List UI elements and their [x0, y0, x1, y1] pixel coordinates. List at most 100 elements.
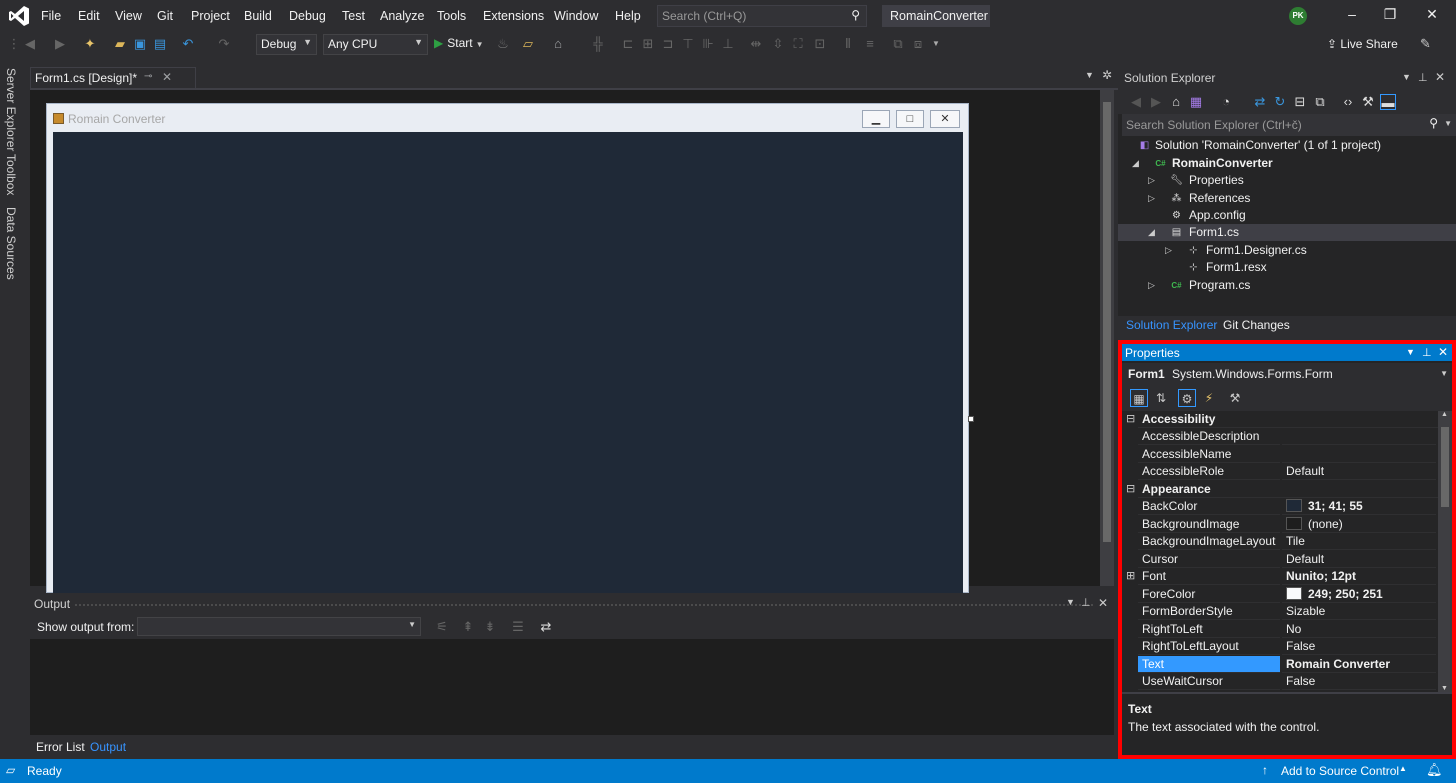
property-value[interactable]: False — [1282, 638, 1436, 655]
property-row[interactable]: ForeColor 249; 250; 251 — [1122, 586, 1438, 603]
show-all-files-icon[interactable]: ⧉ — [1312, 94, 1328, 110]
tab-server-explorer[interactable]: Server Explorer — [4, 68, 18, 151]
preview-selected-items-icon[interactable]: ▬ — [1380, 94, 1396, 110]
collapsed-arrow-icon[interactable]: ▷ — [1148, 190, 1155, 207]
category-accessibility[interactable]: ⊟ Accessibility — [1122, 411, 1438, 428]
make-same-height-icon[interactable]: ⇳ — [770, 36, 786, 52]
platform-select[interactable]: Any CPU ▼ — [323, 34, 428, 55]
toolbar-overflow-icon[interactable]: ▼ — [928, 36, 944, 52]
save-icon[interactable]: ▣ — [132, 36, 148, 52]
property-value[interactable]: 249; 250; 251 — [1282, 586, 1436, 603]
tree-item-form1-resx[interactable]: ⊹ Form1.resx — [1118, 259, 1456, 276]
next-message-icon[interactable]: ⇟ — [482, 619, 498, 635]
scrollbar-thumb[interactable] — [1441, 427, 1449, 507]
property-row[interactable]: RightToLeft No — [1122, 621, 1438, 638]
property-row[interactable]: Cursor Default — [1122, 551, 1438, 568]
close-icon[interactable]: ✕ — [1422, 6, 1442, 26]
wrench-icon[interactable]: ⚒ — [1360, 94, 1376, 110]
size-to-grid-icon[interactable]: ⛶ — [790, 36, 806, 52]
property-value[interactable]: Tile — [1282, 533, 1436, 550]
align-bottoms-icon[interactable]: ⊥ — [720, 36, 736, 52]
collapse-icon[interactable]: ⊟ — [1126, 481, 1135, 498]
send-to-back-icon[interactable]: ⧈ — [910, 36, 926, 52]
start-debugging-button[interactable]: ▶ Start ▼ — [434, 36, 484, 50]
tab-form1-design[interactable]: Form1.cs [Design]* ⊸ ✕ — [30, 67, 196, 88]
category-appearance[interactable]: ⊟ Appearance — [1122, 481, 1438, 498]
make-same-width-icon[interactable]: ⇹ — [748, 36, 764, 52]
property-value[interactable]: (none) — [1282, 516, 1436, 533]
designer-vertical-scrollbar[interactable] — [1100, 90, 1114, 586]
open-in-explorer-icon[interactable]: ▱ — [520, 36, 536, 52]
align-rights-icon[interactable]: ⊐ — [660, 36, 676, 52]
tab-data-sources[interactable]: Data Sources — [4, 207, 18, 280]
make-same-size-icon[interactable]: ⊡ — [812, 36, 828, 52]
tree-item-program[interactable]: ▷ C# Program.cs — [1118, 277, 1456, 294]
sync-with-document-icon[interactable]: ⇄ — [1252, 94, 1268, 110]
tab-output[interactable]: Output — [90, 740, 126, 754]
tree-item-app-config[interactable]: ⚙ App.config — [1118, 207, 1456, 224]
pin-icon[interactable]: ⊥ — [1081, 596, 1091, 609]
bring-to-front-icon[interactable]: ⧉ — [890, 36, 906, 52]
form-client-area[interactable] — [53, 132, 963, 594]
tree-item-project[interactable]: ◢ C# RomainConverter — [1118, 155, 1456, 172]
close-icon[interactable]: ✕ — [162, 70, 172, 84]
collapse-icon[interactable]: ⊟ — [1126, 411, 1135, 428]
output-text-area[interactable] — [30, 639, 1114, 735]
pin-icon[interactable]: ⊥ — [1418, 71, 1428, 84]
scroll-up-icon[interactable]: ▲ — [1441, 411, 1448, 418]
new-item-icon[interactable]: ✦ — [82, 36, 98, 52]
property-row[interactable]: UseWaitCursor False — [1122, 673, 1438, 690]
properties-scrollbar[interactable]: ▲ ▼ — [1438, 411, 1452, 692]
scrollbar-thumb[interactable] — [1103, 102, 1111, 542]
navigate-forward-icon[interactable]: ▶ — [52, 36, 68, 52]
window-position-icon[interactable]: ▼ — [1402, 72, 1411, 82]
save-all-icon[interactable]: ▤ — [152, 36, 168, 52]
window-position-icon[interactable]: ▼ — [1066, 597, 1075, 607]
menu-project[interactable]: Project — [191, 9, 230, 23]
tab-toolbox[interactable]: Toolbox — [4, 154, 18, 195]
menu-file[interactable]: File — [41, 9, 61, 23]
menu-build[interactable]: Build — [244, 9, 272, 23]
expanded-arrow-icon[interactable]: ◢ — [1148, 224, 1155, 241]
back-icon[interactable]: ◀ — [1128, 94, 1144, 110]
expanded-arrow-icon[interactable]: ◢ — [1132, 155, 1139, 172]
property-pages-icon[interactable]: ⚒ — [1226, 389, 1244, 407]
pin-icon[interactable]: ⊥ — [1422, 346, 1432, 359]
property-value[interactable] — [1282, 428, 1436, 445]
property-row[interactable]: AccessibleRole Default — [1122, 463, 1438, 480]
collapsed-arrow-icon[interactable]: ▷ — [1165, 242, 1172, 259]
property-row[interactable]: BackColor 31; 41; 55 — [1122, 498, 1438, 515]
previous-message-icon[interactable]: ⇞ — [460, 619, 476, 635]
pin-icon[interactable]: ⊸ — [144, 71, 152, 82]
property-value[interactable]: 31; 41; 55 — [1282, 498, 1436, 515]
collapsed-arrow-icon[interactable]: ▷ — [1148, 172, 1155, 189]
home-icon[interactable]: ⌂ — [1168, 94, 1184, 110]
menu-analyze[interactable]: Analyze — [380, 9, 424, 23]
property-value[interactable]: Sizable — [1282, 603, 1436, 620]
menu-extensions[interactable]: Extensions — [483, 9, 544, 23]
property-value[interactable]: Default — [1282, 551, 1436, 568]
switch-views-icon[interactable]: ▦ — [1188, 94, 1204, 110]
align-middles-icon[interactable]: ⊪ — [700, 36, 716, 52]
clear-all-icon[interactable]: ☰ — [510, 619, 526, 635]
view-code-icon[interactable]: ‹› — [1340, 94, 1356, 110]
restore-icon[interactable]: ❐ — [1380, 6, 1400, 26]
menu-git[interactable]: Git — [157, 9, 173, 23]
property-value[interactable]: Nunito; 12pt — [1282, 568, 1436, 585]
tab-git-changes[interactable]: Git Changes — [1223, 318, 1290, 332]
notifications-bell-icon[interactable]: 🔔︎ — [1426, 762, 1443, 778]
redo-icon[interactable]: ↷ — [216, 36, 232, 52]
menu-window[interactable]: Window — [554, 9, 598, 23]
categorized-icon[interactable]: ▦ — [1130, 389, 1148, 407]
window-position-icon[interactable]: ▼ — [1406, 347, 1415, 357]
find-message-icon[interactable]: ⚟ — [434, 619, 450, 635]
undo-icon[interactable]: ↶ — [180, 36, 196, 52]
live-share-button[interactable]: ⇪ Live Share — [1327, 37, 1398, 51]
menu-view[interactable]: View — [115, 9, 142, 23]
output-source-select[interactable]: ▼ — [137, 617, 421, 636]
expand-icon[interactable]: ⊞ — [1126, 568, 1135, 585]
menu-tools[interactable]: Tools — [437, 9, 466, 23]
tab-error-list[interactable]: Error List — [36, 740, 85, 754]
property-row-selected[interactable]: Text Romain Converter — [1122, 656, 1438, 673]
menu-edit[interactable]: Edit — [78, 9, 100, 23]
